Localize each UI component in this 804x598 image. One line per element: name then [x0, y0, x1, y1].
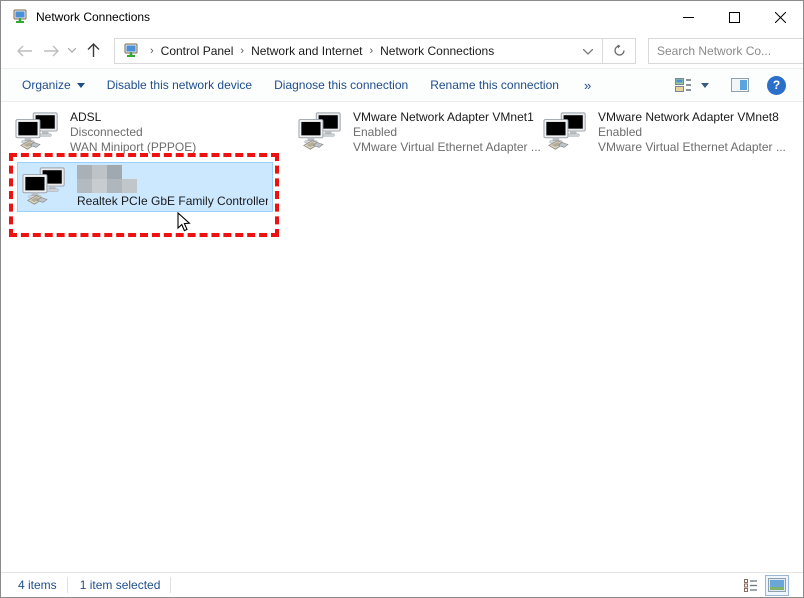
breadcrumb-control-panel[interactable]: Control Panel [161, 44, 234, 58]
connection-item-ethernet-selected[interactable]: .g4 .scr{fill:url(#scrBlue)} Realtek PCI… [17, 162, 273, 212]
breadcrumb-network-connections[interactable]: Network Connections [380, 44, 494, 58]
titlebar: Network Connections [1, 1, 803, 33]
rename-connection-button[interactable]: Rename this connection [419, 78, 570, 92]
help-icon: ? [767, 75, 786, 95]
connection-item-vmnet8[interactable]: .g3 .scr{fill:url(#scrBlue)} VMware Netw… [539, 108, 801, 158]
breadcrumb-chevron-icon: › [240, 44, 245, 57]
toolbar-overflow-button[interactable]: » [570, 78, 605, 93]
back-button[interactable] [12, 38, 38, 64]
items-count: 4 items [18, 578, 57, 592]
network-adapter-enabled-icon: .g3 .scr{fill:url(#scrBlue)} [543, 112, 586, 150]
up-button[interactable] [80, 38, 106, 64]
connection-item-vmnet1[interactable]: .g2 .scr{fill:url(#scrBlue)} VMware Netw… [294, 108, 550, 158]
disable-device-button[interactable]: Disable this network device [96, 78, 263, 92]
address-location-icon [124, 43, 138, 57]
minimize-button[interactable] [665, 1, 711, 33]
connection-name: ADSL [70, 110, 102, 124]
breadcrumb-chevron-icon: › [150, 44, 154, 57]
preview-pane-icon [731, 78, 749, 92]
command-toolbar: Organize Disable this network device Dia… [1, 69, 803, 102]
connection-status: Enabled [353, 125, 398, 139]
network-connections-app-icon [13, 9, 27, 23]
connection-device: VMware Virtual Ethernet Adapter ... [353, 140, 541, 154]
recent-locations-dropdown[interactable] [64, 38, 80, 64]
search-box[interactable] [648, 37, 803, 64]
preview-pane-button[interactable] [724, 72, 756, 98]
status-bar: 4 items 1 item selected [1, 572, 803, 597]
connection-status: Enabled [598, 125, 643, 139]
connection-device: WAN Miniport (PPPOE) [70, 140, 197, 154]
help-button[interactable]: ? [760, 72, 793, 98]
organize-dropdown-icon [76, 82, 85, 88]
rename-connection-label: Rename this connection [430, 78, 559, 92]
change-view-button[interactable] [668, 72, 716, 98]
close-button[interactable] [757, 1, 803, 33]
network-adapter-enabled-icon: .g2 .scr{fill:url(#scrBlue)} [298, 112, 341, 150]
address-dropdown-icon[interactable] [574, 44, 602, 58]
address-bar[interactable]: › Control Panel › Network and Internet ›… [114, 37, 636, 64]
connection-device: VMware Virtual Ethernet Adapter ... [598, 140, 786, 154]
diagnose-connection-label: Diagnose this connection [274, 78, 409, 92]
network-adapter-enabled-icon: .g4 .scr{fill:url(#scrBlue)} [22, 167, 65, 205]
details-view-button[interactable] [739, 575, 763, 596]
connection-device: Realtek PCIe GbE Family Controller [77, 194, 268, 208]
network-connections-window: Network Connections › Control Panel › Ne… [0, 0, 804, 598]
large-icons-view-button[interactable] [765, 574, 789, 596]
disable-device-label: Disable this network device [106, 78, 253, 92]
window-title: Network Connections [36, 10, 151, 24]
redacted-connection-name [77, 165, 268, 193]
selected-count: 1 item selected [79, 578, 161, 592]
network-adapter-disabled-icon: .g1 .scr{fill:url(#scrGray)} [15, 112, 58, 150]
views-dropdown-icon [701, 82, 709, 88]
large-icons-view-icon [768, 578, 786, 592]
connection-name: VMware Network Adapter VMnet8 [598, 110, 779, 124]
refresh-button[interactable] [602, 38, 635, 63]
views-icon [675, 78, 691, 92]
maximize-button[interactable] [711, 1, 757, 33]
navigation-bar: › Control Panel › Network and Internet ›… [1, 33, 803, 69]
breadcrumb-chevron-icon: › [369, 44, 374, 57]
organize-label: Organize [22, 78, 71, 92]
diagnose-connection-button[interactable]: Diagnose this connection [263, 78, 419, 92]
connection-status: Disconnected [70, 125, 143, 139]
organize-button[interactable]: Organize [11, 78, 96, 92]
connection-item-adsl[interactable]: .g1 .scr{fill:url(#scrGray)} ADSL Discon… [11, 108, 267, 158]
items-view[interactable]: .g1 .scr{fill:url(#scrGray)} ADSL Discon… [1, 102, 803, 573]
breadcrumb-network-and-internet[interactable]: Network and Internet [251, 44, 362, 58]
connection-name: VMware Network Adapter VMnet1 [353, 110, 534, 124]
statusbar-divider [170, 577, 172, 593]
search-input[interactable] [657, 43, 803, 58]
breadcrumb: › Control Panel › Network and Internet ›… [143, 39, 494, 63]
forward-button[interactable] [38, 38, 64, 64]
mouse-cursor [177, 212, 191, 232]
details-view-icon [744, 578, 757, 592]
